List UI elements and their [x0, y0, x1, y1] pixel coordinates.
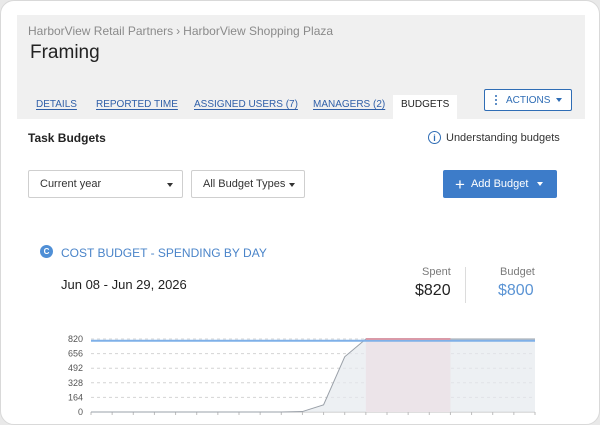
budget-label: Budget	[500, 266, 535, 278]
chevron-down-icon	[289, 183, 295, 187]
breadcrumb-separator: ›	[176, 24, 181, 38]
y-tick-label: 328	[68, 378, 83, 388]
spending-chart: 0 164 328 492 656 820	[68, 334, 536, 417]
tab-details[interactable]: DETAILS	[36, 99, 77, 110]
plus-icon: +	[455, 174, 465, 194]
spent-label: Spent	[422, 266, 451, 278]
breadcrumb: HarborView Retail Partners › HarborView Sh…	[28, 24, 333, 38]
actions-label: ACTIONS	[506, 94, 551, 106]
y-tick-label: 164	[68, 392, 83, 402]
tab-assigned-users[interactable]: ASSIGNED USERS (7)	[194, 99, 298, 110]
tab-budgets[interactable]: BUDGETS	[393, 95, 458, 119]
actions-button[interactable]: ACTIONS	[484, 89, 572, 111]
period-select[interactable]: Current year	[28, 170, 183, 198]
tab-managers[interactable]: MANAGERS (2)	[313, 99, 385, 110]
add-budget-button[interactable]: + Add Budget	[443, 170, 557, 198]
chevron-down-icon	[167, 183, 173, 187]
tab-reported-time[interactable]: REPORTED TIME	[96, 99, 178, 110]
period-select-value: Current year	[40, 178, 102, 190]
chevron-down-icon	[556, 98, 563, 102]
budget-type-select[interactable]: All Budget Types	[191, 170, 305, 198]
add-budget-label: Add Budget	[470, 178, 529, 190]
budget-card-title: COST BUDGET - SPENDING BY DAY	[61, 246, 267, 260]
budget-date-range: Jun 08 - Jun 29, 2026	[61, 277, 187, 292]
understanding-budgets-link[interactable]: i Understanding budgets	[428, 131, 560, 144]
budget-type-select-value: All Budget Types	[203, 178, 286, 190]
understanding-budgets-label: Understanding budgets	[446, 131, 560, 144]
stat-divider	[465, 267, 466, 303]
breadcrumb-project[interactable]: HarborView Shopping Plaza	[183, 24, 333, 38]
section-title: Task Budgets	[28, 131, 106, 145]
y-tick-label: 820	[68, 334, 83, 344]
page-title: Framing	[30, 42, 100, 63]
chevron-down-icon	[537, 182, 544, 186]
info-icon: i	[428, 131, 441, 144]
breadcrumb-client[interactable]: HarborView Retail Partners	[28, 24, 173, 38]
y-tick-label: 492	[68, 363, 83, 373]
spent-value: $820	[415, 282, 451, 299]
y-tick-label: 656	[68, 349, 83, 359]
spent-area	[91, 339, 535, 412]
budget-value: $800	[498, 282, 534, 299]
y-tick-label: 0	[78, 407, 83, 417]
app-window: HarborView Retail Partners › HarborView Sh…	[0, 0, 600, 425]
cost-budget-icon: C	[40, 245, 53, 258]
more-vertical-icon	[495, 95, 498, 105]
